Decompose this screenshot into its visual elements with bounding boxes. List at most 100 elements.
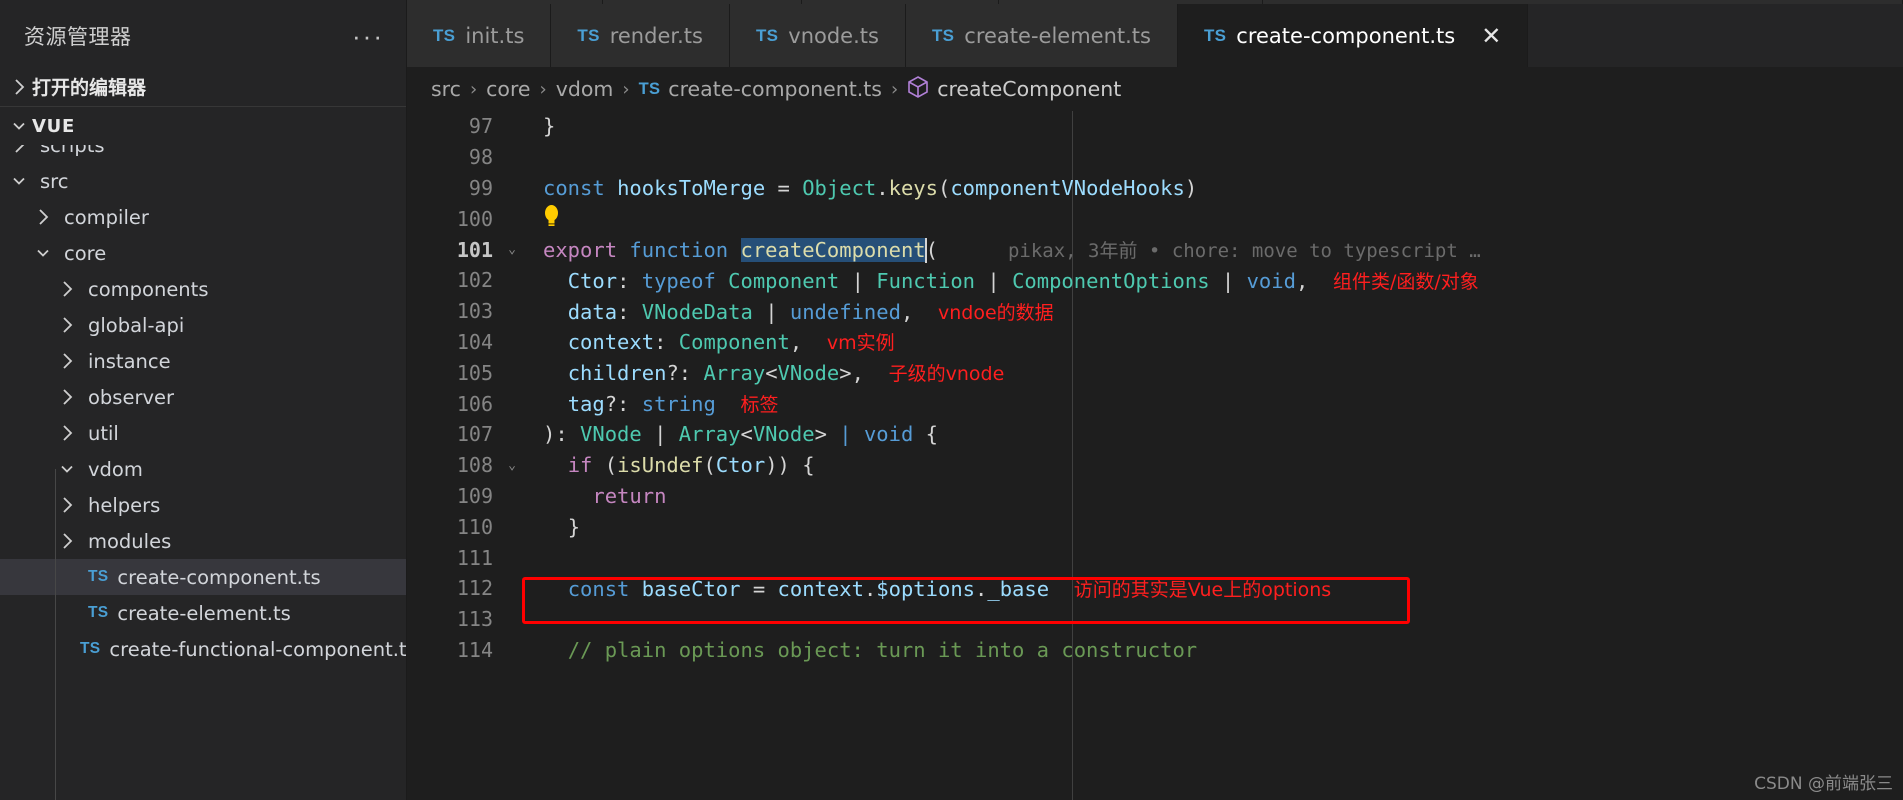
tree-item-label: create-component.ts: [117, 565, 321, 589]
tree-item-label: create-functional-component.ts: [109, 637, 406, 661]
tree-folder-item[interactable]: global-api: [0, 307, 406, 343]
breadcrumb-item-label: create-component.ts: [668, 77, 882, 101]
selected-symbol[interactable]: createComponent: [740, 237, 926, 262]
chevron-right-icon: [54, 424, 80, 442]
tree-folder-item[interactable]: observer: [0, 379, 406, 415]
typescript-file-icon: TS: [1203, 26, 1227, 45]
code-line-content: children?: Array<VNode>, 子级的vnode: [567, 361, 1005, 386]
code-line[interactable]: 99 const hooksToMerge = Object.keys(compo…: [407, 173, 1903, 204]
code-line-content: }: [567, 514, 581, 539]
tab-label: render.ts: [609, 23, 703, 48]
tree-folder-item[interactable]: vdom: [0, 451, 406, 487]
code-line[interactable]: 103 data: VNodeData | undefined, vndoe的数…: [407, 296, 1903, 327]
code-line[interactable]: 101 ⌄ export function createComponent(pika…: [407, 234, 1903, 265]
code-line[interactable]: 112 const baseCtor = context.$options._b…: [407, 573, 1903, 604]
chevron-down-icon: [30, 245, 56, 261]
code-line[interactable]: 109 return: [407, 481, 1903, 512]
tree-folder-item[interactable]: helpers: [0, 487, 406, 523]
breadcrumb-item-create-component-ts[interactable]: TS create-component.ts: [639, 77, 882, 101]
section-open-editors[interactable]: 打开的编辑器: [0, 67, 406, 106]
close-icon[interactable]: ✕: [1481, 24, 1501, 48]
tree-item-label: modules: [88, 529, 172, 553]
code-line[interactable]: 106 tag?: string 标签: [407, 388, 1903, 419]
tree-folder-item[interactable]: instance: [0, 343, 406, 379]
section-workspace-label: VUE: [32, 115, 75, 137]
tree-item-label: create-element.ts: [117, 601, 291, 625]
code-annotation: 子级的vnode: [888, 363, 1005, 386]
code-line-content: ): VNode | Array<VNode> | void {: [543, 422, 938, 447]
typescript-file-icon: TS: [88, 604, 109, 621]
line-number: 99: [468, 175, 493, 200]
code-line[interactable]: 107): VNode | Array<VNode> | void {: [407, 419, 1903, 450]
code-annotation: vm实例: [826, 332, 895, 355]
code-line-content: context: Component, vm实例: [567, 330, 895, 355]
explorer-more-actions-button[interactable]: ···: [352, 23, 384, 49]
breadcrumb-item-core[interactable]: core: [486, 77, 530, 101]
code-line[interactable]: 111: [407, 542, 1903, 573]
explorer-title: 资源管理器: [24, 24, 132, 49]
tree-item-label: observer: [88, 385, 175, 409]
code-line[interactable]: 100: [407, 203, 1903, 234]
editor-tab-create-component-ts[interactable]: TS create-component.ts ✕: [1177, 4, 1529, 67]
tree-file-item[interactable]: TS create-element.ts: [0, 595, 406, 631]
tree-folder-item[interactable]: src: [0, 163, 406, 199]
editor-tab-create-element-ts[interactable]: TS create-element.ts: [905, 4, 1178, 67]
line-number: 112: [456, 576, 493, 601]
code-line[interactable]: 105 children?: Array<VNode>, 子级的vnode: [407, 357, 1903, 388]
chevron-right-icon: [54, 316, 80, 334]
section-workspace-vue[interactable]: VUE: [0, 106, 406, 145]
typescript-file-icon: TS: [80, 640, 101, 657]
code-line[interactable]: 113: [407, 604, 1903, 635]
explorer-title-row: 资源管理器 ···: [0, 4, 406, 67]
fold-toggle-icon[interactable]: ⌄: [497, 242, 527, 257]
tree-item-label: util: [88, 421, 119, 445]
code-line[interactable]: 104 context: Component, vm实例: [407, 327, 1903, 358]
tree-folder-item[interactable]: scripts: [0, 145, 406, 163]
tree-folder-item[interactable]: modules: [0, 523, 406, 559]
code-line[interactable]: 102 Ctor: typeof Component | Function | …: [407, 265, 1903, 296]
breadcrumb-separator: ›: [539, 78, 547, 100]
code-line[interactable]: 110 }: [407, 511, 1903, 542]
tree-folder-item[interactable]: compiler: [0, 199, 406, 235]
chevron-right-icon: [6, 78, 32, 96]
lightbulb-icon[interactable]: [543, 204, 560, 228]
code-line-content: [527, 204, 560, 233]
line-number: 97: [468, 114, 493, 139]
line-number: 111: [456, 545, 493, 570]
code-line[interactable]: 98: [407, 142, 1903, 173]
line-number: 101: [456, 237, 493, 262]
breadcrumb-item-vdom[interactable]: vdom: [556, 77, 614, 101]
breadcrumb-item-createComponent[interactable]: createComponent: [907, 75, 1121, 104]
vscode-window: 资源管理器 ··· 打开的编辑器 VUE scripts src compiler c…: [0, 0, 1903, 800]
line-number: 108: [456, 453, 493, 478]
fold-toggle-icon[interactable]: ⌄: [497, 458, 527, 473]
editor-tab-vnode-ts[interactable]: TS vnode.ts: [729, 4, 906, 67]
editor-tab-render-ts[interactable]: TS render.ts: [551, 4, 730, 67]
tree-folder-item[interactable]: components: [0, 271, 406, 307]
tree-item-label: global-api: [88, 313, 185, 337]
typescript-file-icon: TS: [577, 25, 600, 45]
editor-tab-init-ts[interactable]: TS init.ts: [407, 4, 552, 67]
git-blame-annotation: pikax, 3年前 • chore: move to typescript …: [1007, 239, 1481, 262]
chevron-right-icon: [54, 280, 80, 298]
typescript-file-icon: TS: [931, 25, 955, 45]
code-line-content: const hooksToMerge = Object.keys(compone…: [543, 175, 1198, 200]
code-annotation: 组件类/函数/对象: [1332, 270, 1479, 293]
code-line[interactable]: 114 // plain options object: turn it int…: [407, 635, 1903, 666]
tree-file-item[interactable]: TS create-functional-component.ts: [0, 631, 406, 667]
breadcrumb-item-src[interactable]: src: [431, 77, 461, 101]
code-line-content: tag?: string 标签: [567, 392, 779, 417]
tree-file-item[interactable]: TS create-component.ts: [0, 559, 406, 595]
code-line[interactable]: 97}: [407, 111, 1903, 142]
breadcrumb-item-label: createComponent: [937, 77, 1122, 101]
tree-folder-item[interactable]: core: [0, 235, 406, 271]
code-line[interactable]: 108 ⌄ if (isUndef(Ctor)) {: [407, 450, 1903, 481]
code-editor[interactable]: 97} 98 99 const hooksToMerge = Object.keys(…: [407, 111, 1903, 800]
typescript-file-icon: TS: [755, 25, 779, 45]
tree-item-label: compiler: [64, 205, 149, 229]
line-number: 109: [456, 483, 493, 508]
tree-folder-item[interactable]: util: [0, 415, 406, 451]
chevron-right-icon: [54, 496, 80, 514]
section-open-editors-label: 打开的编辑器: [32, 77, 147, 99]
line-number: 105: [456, 360, 493, 385]
